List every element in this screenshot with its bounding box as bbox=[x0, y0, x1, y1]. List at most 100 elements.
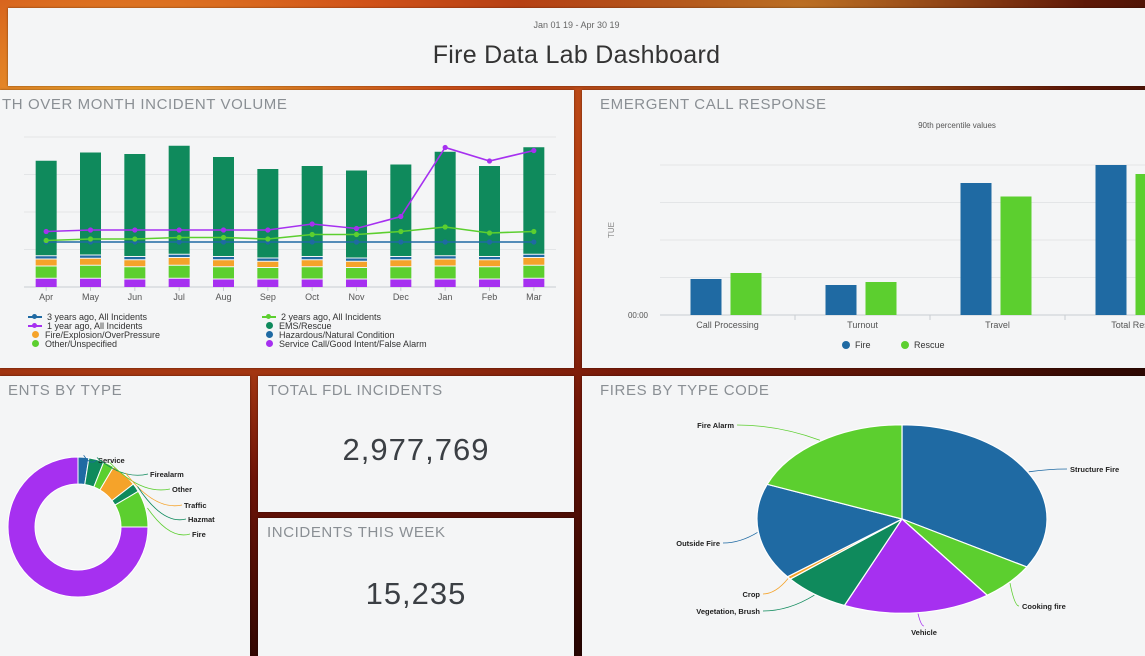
x-tick-label: Call Processing bbox=[696, 320, 759, 330]
bar-segment bbox=[301, 260, 323, 267]
x-tick-label: Nov bbox=[348, 292, 365, 302]
line-point bbox=[353, 239, 360, 245]
slice-label: Crop bbox=[743, 590, 761, 599]
slice-label: Vegetation, Brush bbox=[696, 607, 760, 616]
bar-segment bbox=[301, 279, 323, 287]
bar-segment bbox=[213, 267, 234, 279]
bar-segment bbox=[479, 257, 500, 260]
bar-segment bbox=[479, 260, 500, 267]
x-tick-label: Jul bbox=[173, 292, 185, 302]
line-point bbox=[398, 239, 404, 245]
series-line bbox=[46, 226, 534, 242]
bar-segment bbox=[523, 254, 545, 257]
line-point bbox=[531, 147, 537, 154]
line-point bbox=[43, 237, 49, 244]
slice-label: Cooking fire bbox=[1022, 602, 1066, 611]
slice-label: Fire Alarm bbox=[697, 421, 734, 430]
y-axis-label: TUE bbox=[607, 222, 616, 238]
line-point bbox=[176, 234, 182, 241]
bar-segment bbox=[168, 254, 190, 257]
incidents-by-type-chart: ServiceFirealarmOtherTrafficHazmatFire bbox=[7, 455, 215, 598]
bar-segment bbox=[124, 260, 146, 267]
leader-line bbox=[722, 532, 758, 544]
bar-segment bbox=[301, 257, 323, 260]
bar-segment bbox=[346, 261, 367, 267]
dot-icon bbox=[32, 331, 39, 338]
bar bbox=[960, 183, 992, 315]
dashboard-title: Fire Data Lab Dashboard bbox=[432, 41, 721, 69]
leader-line bbox=[147, 507, 191, 536]
x-tick-label: Feb bbox=[482, 292, 498, 302]
bar-segment bbox=[257, 261, 279, 267]
bar-segment bbox=[390, 257, 412, 260]
date-range: Jan 01 19 - Apr 30 19 bbox=[533, 20, 620, 30]
x-tick-label: Sep bbox=[260, 292, 276, 302]
line-point bbox=[442, 144, 448, 151]
x-tick-label: Jan bbox=[438, 292, 453, 302]
line-point bbox=[486, 230, 493, 236]
chart-subtitle: 90th percentile values bbox=[918, 121, 996, 130]
bar-segment bbox=[390, 260, 412, 267]
line-point bbox=[309, 239, 315, 245]
fires-by-type-chart: Structure Fire Cooking fire Vehicle Vegetat… bbox=[676, 421, 1119, 637]
x-tick-label: Dec bbox=[393, 292, 410, 302]
legend-label: Fire bbox=[855, 340, 871, 350]
bar-segment bbox=[479, 279, 500, 287]
dot-icon bbox=[266, 322, 273, 329]
leader-line bbox=[1028, 468, 1068, 473]
line-point bbox=[220, 227, 227, 233]
total-incidents-panel: TOTAL FDL INCIDENTS 2,977,769 bbox=[258, 376, 574, 512]
dashboard-header: Jan 01 19 - Apr 30 19 Fire Data Lab Dash… bbox=[8, 8, 1145, 86]
dot-icon bbox=[32, 340, 39, 347]
fires-by-type-panel: FIRES BY TYPE CODE Structure Fire Cooking… bbox=[582, 376, 1145, 656]
bar-segment bbox=[80, 265, 101, 278]
bar-segment bbox=[168, 278, 190, 287]
line-point bbox=[353, 231, 360, 238]
bar-segment bbox=[523, 147, 545, 254]
line-point bbox=[132, 236, 138, 242]
series-line bbox=[46, 146, 535, 233]
incidents-this-week-panel: INCIDENTS THIS WEEK 15,235 bbox=[258, 518, 574, 656]
line-point bbox=[87, 227, 94, 233]
line-point bbox=[176, 227, 182, 233]
bar-segment bbox=[346, 268, 367, 279]
legend-label: Rescue bbox=[914, 340, 945, 350]
bar-segment bbox=[390, 267, 412, 279]
leader-line bbox=[917, 613, 925, 627]
leader-line bbox=[736, 424, 821, 441]
line-point bbox=[442, 239, 448, 245]
monthly-volume-panel: TH OVER MONTH INCIDENT VOLUME Apr May Jun J… bbox=[0, 90, 574, 368]
monthly-legend-right: 2 years ago, All Incidents EMS/Rescue Ha… bbox=[262, 312, 427, 349]
bar-segment bbox=[301, 267, 323, 279]
legend-dot-icon bbox=[842, 341, 850, 349]
bar-segment bbox=[35, 278, 57, 287]
line-point bbox=[398, 228, 404, 235]
line-point bbox=[531, 228, 537, 235]
y-tick-label: 00:00 bbox=[628, 311, 649, 320]
slice-label: Hazmat bbox=[188, 515, 215, 524]
bar-segment bbox=[346, 279, 367, 287]
bar bbox=[730, 273, 762, 315]
slice-label: Outside Fire bbox=[676, 539, 720, 548]
total-incidents-value: 2,977,769 bbox=[342, 432, 490, 467]
line-point bbox=[442, 224, 448, 230]
dot-icon bbox=[266, 340, 273, 347]
dot-icon bbox=[266, 331, 273, 338]
bar-segment bbox=[257, 279, 279, 287]
x-tick-label: Apr bbox=[39, 292, 53, 302]
slice-label: Other bbox=[172, 485, 192, 494]
bar bbox=[1135, 174, 1145, 315]
total-incidents-title: TOTAL FDL INCIDENTS bbox=[268, 382, 443, 399]
x-tick-label: Aug bbox=[215, 292, 231, 302]
x-tick-label: Jun bbox=[128, 292, 143, 302]
slice-label: Structure Fire bbox=[1070, 465, 1119, 474]
bar bbox=[825, 285, 857, 315]
bar-segment bbox=[346, 258, 367, 261]
incidents-this-week-title: INCIDENTS THIS WEEK bbox=[267, 524, 446, 541]
incidents-this-week-value: 15,235 bbox=[365, 576, 467, 611]
bar-segment bbox=[213, 257, 234, 260]
line-point bbox=[353, 225, 360, 232]
bar-segment bbox=[523, 258, 545, 265]
bar-segment bbox=[35, 266, 57, 278]
bar bbox=[1000, 196, 1032, 315]
